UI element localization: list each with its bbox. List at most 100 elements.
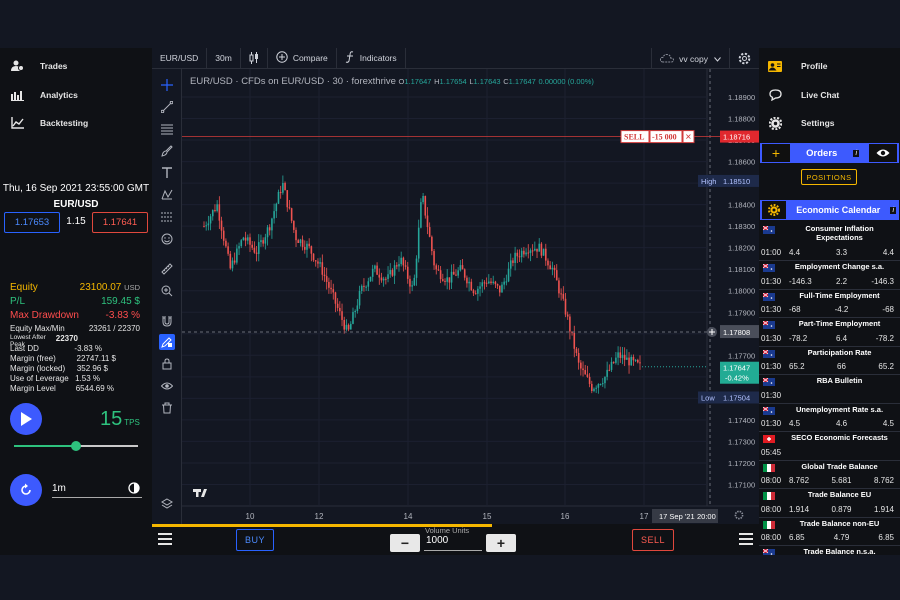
zoom-tool[interactable] [159, 283, 175, 299]
text-tool[interactable] [159, 165, 175, 181]
reset-button[interactable] [10, 474, 42, 506]
layout-button[interactable]: vv copy [651, 48, 730, 69]
remove-tool[interactable] [159, 400, 175, 416]
stat-label: Last DD [10, 344, 39, 353]
calendar-event[interactable]: Unemployment Rate s.a. 01:30 4.5 4.6 4.5 [759, 404, 900, 432]
indicators-button[interactable]: Indicators [337, 47, 406, 69]
volume-decrease-button[interactable]: − [390, 534, 420, 552]
menu-profile-label: Profile [801, 61, 828, 71]
price-tick-label: 1.17900 [728, 308, 755, 317]
bid-price[interactable]: 1.17653 [4, 212, 60, 233]
candle-body [494, 281, 497, 285]
event-previous: 4.5 [882, 419, 894, 428]
event-time: 01:30 [761, 305, 782, 314]
equity-unit: USD [124, 283, 140, 292]
calendar-event[interactable]: Full-Time Employment 01:30 -68 -4.2 -68 [759, 290, 900, 318]
calendar-event[interactable]: Trade Balance non-EU 08:00 6.85 4.79 6.85 [759, 518, 900, 546]
candle-body [297, 240, 300, 244]
magnet-icon [162, 316, 172, 327]
candle-body [623, 354, 626, 360]
ask-price[interactable]: 1.17641 [92, 212, 148, 233]
candle-body [321, 262, 324, 275]
speed-slider[interactable] [14, 441, 138, 451]
compare-button[interactable]: Compare [268, 47, 337, 69]
right-menu-button[interactable] [739, 533, 753, 545]
candle-body [317, 261, 319, 264]
calendar-event[interactable]: Employment Change s.a. 01:30 -146.3 2.2 -146… [759, 261, 900, 290]
visibility-tool[interactable] [159, 378, 175, 394]
event-actual: 4.4 [789, 248, 801, 257]
play-button[interactable] [10, 403, 42, 435]
candle-body [566, 314, 569, 317]
trendline-tool[interactable] [159, 99, 175, 115]
lock-tool[interactable] [159, 356, 175, 372]
interval-button[interactable]: 30m [207, 47, 241, 69]
orders-info-icon[interactable]: i [853, 149, 859, 157]
pl-value: 159.45 $ [101, 296, 140, 307]
candle-body [389, 270, 392, 275]
chart-type-button[interactable] [241, 47, 268, 69]
menu-profile[interactable]: Profile [767, 57, 827, 75]
calendar-event[interactable]: Global Trade Balance 08:00 8.762 5.681 8.762 [759, 461, 900, 489]
event-values: 4.4 3.3 4.4 [789, 248, 894, 257]
menu-analytics[interactable]: Analytics [10, 85, 78, 105]
candle-body [369, 276, 372, 282]
candle-body [277, 191, 280, 204]
measure-tool[interactable] [159, 261, 175, 277]
volume-increase-button[interactable]: + [486, 534, 516, 552]
candle-body [314, 260, 317, 262]
icons-tool[interactable] [159, 231, 175, 247]
positions-button[interactable]: POSITIONS [801, 169, 857, 185]
object-tree-tool[interactable] [159, 496, 175, 512]
volume-input[interactable]: 1000 [424, 535, 482, 551]
calendar-event[interactable]: Consumer Inflation Expectations 01:00 4.4 3… [759, 223, 900, 261]
prediction-tool[interactable] [159, 209, 175, 225]
left-menu-button[interactable] [158, 533, 172, 545]
chart-canvas[interactable]: 1.189001.188001.187001.186001.185001.184… [182, 69, 759, 524]
chart-settings-button[interactable] [730, 48, 759, 69]
event-name: Trade Balance EU [807, 490, 872, 499]
menu-settings[interactable]: Settings [767, 114, 835, 132]
calendar-event[interactable]: Trade Balance EU 08:00 1.914 0.879 1.914 [759, 489, 900, 518]
magnet-tool[interactable] [159, 313, 175, 329]
sell-button[interactable]: SELL [632, 529, 674, 551]
crosshair-icon [161, 79, 173, 91]
calendar-event[interactable]: SECO Economic Forecasts 05:45 [759, 432, 900, 461]
it-flag-icon [763, 492, 775, 500]
candle-body [586, 374, 589, 377]
pencil-lock-icon [161, 337, 172, 348]
menu-trades[interactable]: Trades [10, 56, 67, 76]
calendar-event[interactable]: Part-Time Employment 01:30 -78.2 6.4 -78.2 [759, 318, 900, 347]
crosshair-tool[interactable] [159, 77, 175, 93]
price-chart[interactable]: 1.189001.188001.187001.186001.185001.184… [182, 69, 759, 524]
menu-backtesting[interactable]: Backtesting [10, 113, 88, 133]
event-previous: 8.762 [873, 476, 894, 485]
interval-field[interactable]: 1m [52, 480, 142, 498]
candle-body [271, 218, 273, 231]
calendar-event[interactable]: Trade Balance n.s.a. [759, 546, 900, 555]
calendar-info-icon[interactable]: i [890, 206, 896, 214]
fib-tool[interactable] [159, 121, 175, 137]
calendar-event[interactable]: RBA Bulletin 01:30 [759, 375, 900, 404]
menu-live-chat[interactable]: Live Chat [767, 86, 839, 104]
candle-body [207, 223, 210, 226]
calendar-event[interactable]: Participation Rate 01:30 65.2 66 65.2 [759, 347, 900, 375]
legend-low: 1.17643 [473, 77, 501, 86]
brush-tool[interactable] [159, 143, 175, 159]
pattern-tool[interactable] [159, 187, 175, 203]
plus-circle-icon [276, 51, 288, 65]
add-order-button[interactable]: + [762, 144, 790, 162]
speed-slider-knob[interactable] [71, 441, 81, 451]
orders-header: + Orders i [760, 143, 899, 163]
toggle-orders-visibility[interactable] [869, 144, 897, 162]
symbol-search[interactable]: EUR/USD [152, 47, 208, 69]
candle-body [404, 265, 407, 267]
candle-body [330, 287, 332, 290]
calendar-settings-button[interactable] [762, 201, 786, 219]
pattern-icon [161, 189, 173, 200]
stay-drawing-tool[interactable] [159, 334, 175, 350]
stat-row: Equity Max/Min 23261 / 22370 [10, 324, 140, 333]
stat-row: Margin Level 6544.69 % [10, 384, 140, 393]
contrast-icon[interactable] [128, 482, 140, 497]
buy-button[interactable]: BUY [236, 529, 274, 551]
